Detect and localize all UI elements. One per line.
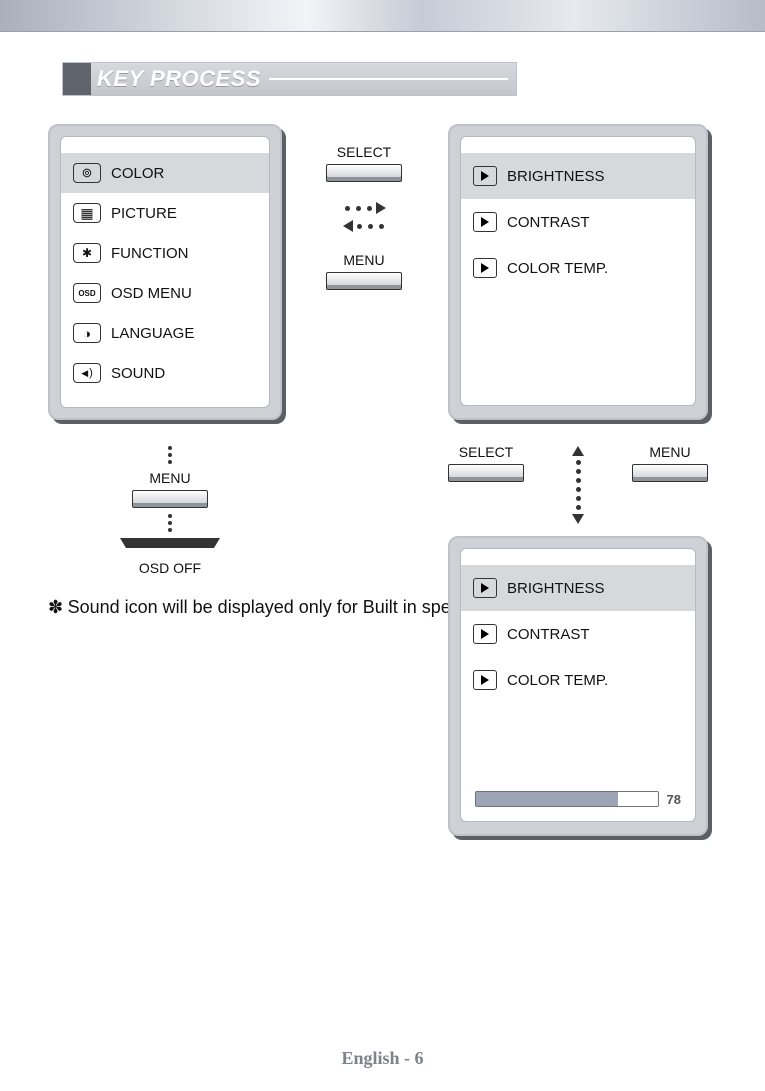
select-button-label: SELECT — [314, 144, 414, 160]
menu-item-label: COLOR — [111, 165, 164, 182]
menu-button[interactable] — [326, 272, 402, 290]
select-button-label-2: SELECT — [448, 444, 524, 460]
play-icon — [473, 670, 497, 690]
section-title-bar: KEY PROCESS — [62, 62, 517, 96]
sub-item-label: CONTRAST — [507, 214, 590, 231]
globe-icon — [73, 323, 101, 343]
speaker-icon — [73, 363, 101, 383]
arrow-down-icon — [120, 538, 220, 548]
menu-item-label: LANGUAGE — [111, 325, 194, 342]
menu-button-2[interactable] — [132, 490, 208, 508]
arrow-right-indicator — [314, 202, 414, 214]
adjust-panel-inner: BRIGHTNESS CONTRAST COLOR TEMP. 78 — [460, 548, 696, 822]
osd-icon: OSD — [73, 283, 101, 303]
menu-item-label: OSD MENU — [111, 285, 192, 302]
menu-button-label-2: MENU — [120, 470, 220, 486]
menu-item-osd-menu[interactable]: OSD OSD MENU — [61, 273, 269, 313]
menu-item-language[interactable]: LANGUAGE — [61, 313, 269, 353]
sub-item-brightness[interactable]: BRIGHTNESS — [461, 153, 695, 199]
play-icon — [473, 166, 497, 186]
select-button-2[interactable] — [448, 464, 524, 482]
adjust-panel: BRIGHTNESS CONTRAST COLOR TEMP. 78 — [448, 536, 708, 836]
grid-icon — [73, 203, 101, 223]
arrow-left-indicator — [314, 220, 414, 232]
adjust-item-contrast[interactable]: CONTRAST — [461, 611, 695, 657]
menu-item-sound[interactable]: SOUND — [61, 353, 269, 393]
up-down-indicator — [572, 446, 584, 524]
adjust-item-label: CONTRAST — [507, 626, 590, 643]
play-icon — [473, 212, 497, 232]
brightness-slider[interactable]: 78 — [475, 791, 681, 807]
decorative-top-band — [0, 0, 765, 32]
dots-indicator — [120, 514, 220, 532]
osd-off-label: OSD OFF — [120, 560, 220, 576]
sub-menu-inner: BRIGHTNESS CONTRAST COLOR TEMP. — [460, 136, 696, 406]
menu-button-3[interactable] — [632, 464, 708, 482]
menu-item-label: PICTURE — [111, 205, 177, 222]
play-icon — [473, 578, 497, 598]
adjust-item-color-temp[interactable]: COLOR TEMP. — [461, 657, 695, 703]
menu-item-label: FUNCTION — [111, 245, 189, 262]
gears-icon — [73, 243, 101, 263]
asterisk-icon: ✽ — [48, 597, 68, 617]
sub-item-color-temp[interactable]: COLOR TEMP. — [461, 245, 695, 291]
menu-item-picture[interactable]: PICTURE — [61, 193, 269, 233]
mid-button-row: SELECT MENU — [448, 444, 708, 524]
menu-button-label-3: MENU — [632, 444, 708, 460]
sub-item-label: COLOR TEMP. — [507, 260, 608, 277]
section-title-underline — [269, 78, 508, 80]
sub-item-label: BRIGHTNESS — [507, 168, 605, 185]
left-flow-column: MENU OSD OFF — [120, 440, 220, 580]
slider-value: 78 — [667, 792, 681, 807]
section-title: KEY PROCESS — [97, 66, 261, 92]
menu-item-color[interactable]: COLOR — [61, 153, 269, 193]
section-title-accent — [63, 63, 91, 95]
menu-item-function[interactable]: FUNCTION — [61, 233, 269, 273]
play-icon — [473, 624, 497, 644]
slider-track — [475, 791, 659, 807]
arrow-up-icon — [572, 446, 584, 456]
circles-icon — [73, 163, 101, 183]
adjust-item-label: BRIGHTNESS — [507, 580, 605, 597]
select-button[interactable] — [326, 164, 402, 182]
adjust-item-brightness[interactable]: BRIGHTNESS — [461, 565, 695, 611]
page-footer: English - 6 — [0, 1048, 765, 1069]
main-menu-inner: COLOR PICTURE FUNCTION OSD OSD MENU LANG… — [60, 136, 270, 408]
sub-menu-panel: BRIGHTNESS CONTRAST COLOR TEMP. — [448, 124, 708, 420]
menu-button-label: MENU — [314, 252, 414, 268]
main-menu-panel: COLOR PICTURE FUNCTION OSD OSD MENU LANG… — [48, 124, 282, 420]
slider-fill — [476, 792, 618, 806]
adjust-item-label: COLOR TEMP. — [507, 672, 608, 689]
sub-item-contrast[interactable]: CONTRAST — [461, 199, 695, 245]
arrow-down-icon — [572, 514, 584, 524]
menu-item-label: SOUND — [111, 365, 165, 382]
center-button-column: SELECT MENU — [314, 144, 414, 290]
dots-indicator — [120, 446, 220, 464]
play-icon — [473, 258, 497, 278]
